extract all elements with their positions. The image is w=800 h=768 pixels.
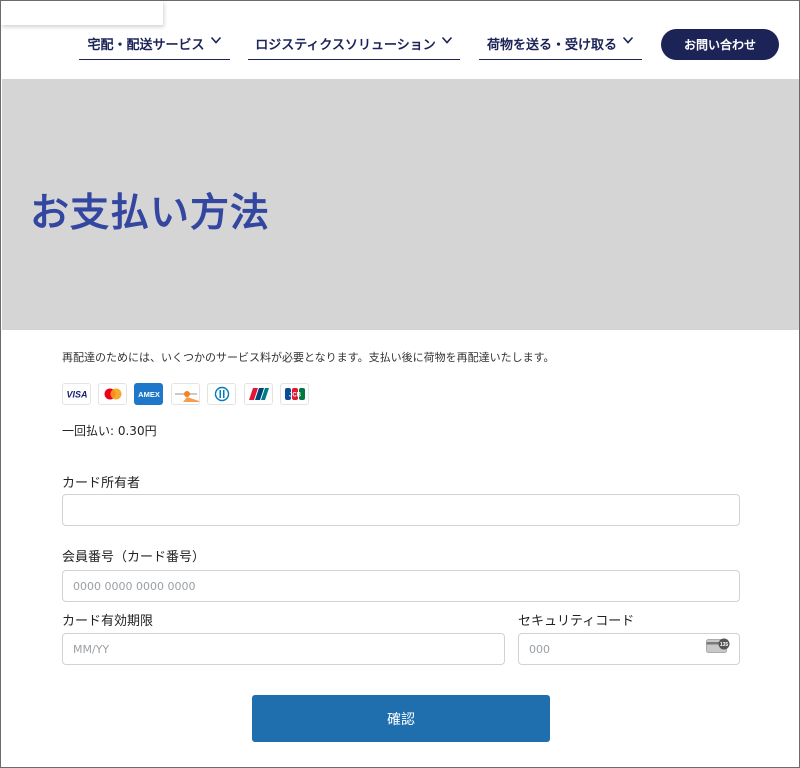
- discover-icon: [171, 383, 200, 405]
- expiry-input[interactable]: [62, 633, 505, 665]
- nav-label: 荷物を送る・受け取る: [486, 38, 617, 53]
- confirm-button[interactable]: 確認: [252, 695, 550, 742]
- svg-text:JCB: JCB: [288, 393, 301, 399]
- card-holder-label: カード所有者: [62, 476, 141, 491]
- chevron-down-icon: [441, 36, 452, 44]
- visa-icon: VISA: [62, 383, 91, 405]
- mastercard-icon: [98, 383, 127, 405]
- cvc-icon-text: 135: [720, 642, 729, 648]
- card-number-label: 会員番号（カード番号）: [62, 550, 206, 565]
- svg-text:AMEX: AMEX: [138, 390, 160, 399]
- chevron-down-icon: [210, 36, 221, 44]
- nav-label: ロジスティクスソリューション: [255, 38, 436, 53]
- svg-text:VISA: VISA: [66, 390, 87, 400]
- security-code-label: セキュリティコード: [518, 614, 635, 629]
- nav-label: 宅配・配送サービス: [87, 38, 205, 53]
- jcb-icon: JCB: [280, 383, 309, 405]
- redelivery-note: 再配達のためには、いくつかのサービス料が必要となります。支払い後に荷物を再配達い…: [62, 351, 555, 364]
- page: 宅配・配送サービス ロジスティクスソリューション 荷物を送る・受け取る お問い合…: [0, 0, 800, 768]
- nav-logistics-solutions[interactable]: ロジスティクスソリューション: [248, 29, 460, 60]
- expiry-label: カード有効期限: [62, 614, 154, 629]
- chevron-down-icon: [622, 36, 634, 44]
- nav-send-receive[interactable]: 荷物を送る・受け取る: [479, 29, 642, 60]
- card-holder-input[interactable]: [62, 494, 740, 526]
- amex-icon: AMEX: [134, 383, 163, 405]
- diners-club-icon: [207, 383, 236, 405]
- card-number-input[interactable]: [62, 570, 740, 602]
- unionpay-icon: [244, 383, 273, 405]
- page-title: お支払い方法: [30, 191, 271, 236]
- contact-button[interactable]: お問い合わせ: [661, 29, 779, 60]
- price-summary: 一回払い: 0.30円: [62, 422, 157, 439]
- cvc-card-icon: 135: [706, 638, 730, 653]
- price-text: 一回払い: 0.30円: [62, 424, 157, 438]
- nav-delivery-services[interactable]: 宅配・配送サービス: [79, 29, 230, 60]
- logo-placeholder: [1, 1, 163, 25]
